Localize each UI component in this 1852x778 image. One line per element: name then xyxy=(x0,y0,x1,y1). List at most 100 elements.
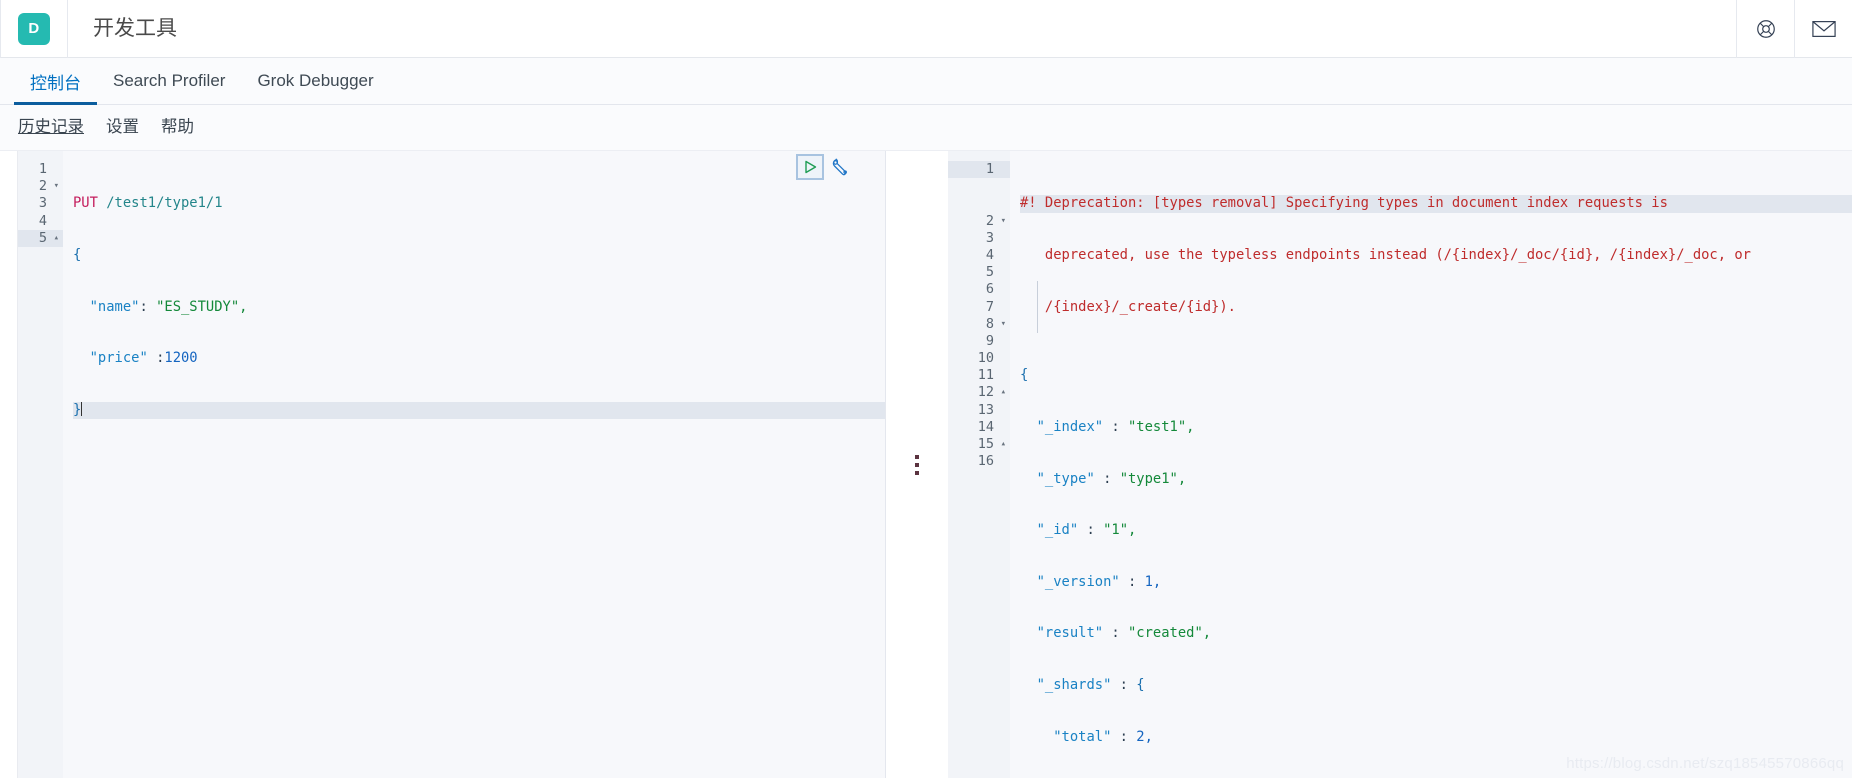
subnav-item-help[interactable]: 帮助 xyxy=(161,119,194,136)
mail-icon[interactable] xyxy=(1794,0,1852,58)
output-line: "_type" : "type1", xyxy=(1020,471,1852,488)
editor-value-name: "ES_STUDY", xyxy=(156,298,248,315)
output-line-number-text: 15 xyxy=(977,436,994,452)
output-colon: : xyxy=(1111,728,1137,745)
output-key: "_index" xyxy=(1020,418,1104,435)
output-line-number: 13 xyxy=(948,402,1010,419)
fold-caret-icon[interactable]: ▾ xyxy=(1001,213,1006,230)
send-request-button[interactable] xyxy=(796,154,824,180)
output-colon: : xyxy=(1103,625,1128,642)
response-output-pane[interactable]: 1 2 ▾ 3 4 5 6 7 8 ▾ 9 10 11 12 ▴ 13 14 1… xyxy=(948,151,1852,778)
output-key: "result" xyxy=(1020,625,1104,642)
output-line-number: 8 ▾ xyxy=(948,316,1010,333)
editor-line-number: 4 xyxy=(18,213,63,230)
output-line-number-text: 7 xyxy=(985,298,994,315)
output-line: "_shards" : { xyxy=(1020,677,1852,694)
output-line-number: 16 xyxy=(948,453,1010,470)
app-logo-wrapper[interactable]: D xyxy=(1,12,67,45)
help-lifebuoy-icon[interactable] xyxy=(1736,0,1794,58)
output-line-number: 7 xyxy=(948,299,1010,316)
editor-actions xyxy=(796,154,850,180)
output-line-number-warning: 1 xyxy=(948,161,1010,179)
editor-line-number-text: 4 xyxy=(38,212,47,229)
output-colon: : xyxy=(1103,418,1128,435)
editor-line-number: 2 ▾ xyxy=(18,178,63,195)
editor-gutter: 1 2 ▾ 3 4 5 ▴ xyxy=(18,151,63,778)
output-line-number-spacer xyxy=(948,178,1010,195)
pane-drag-handle[interactable] xyxy=(915,454,919,475)
fold-caret-icon[interactable]: ▾ xyxy=(1001,316,1006,333)
editor-line-number-text: 3 xyxy=(38,195,47,212)
output-line-number: 4 xyxy=(948,247,1010,264)
editor-line-number: 1 xyxy=(18,161,63,178)
request-editor-code[interactable]: PUT /test1/type1/1 { "name": "ES_STUDY",… xyxy=(63,151,886,778)
editor-line-number-text: 2 xyxy=(38,178,47,195)
output-line: "_version" : 1, xyxy=(1020,574,1852,591)
app-logo[interactable]: D xyxy=(18,12,50,45)
fold-caret-icon[interactable]: ▴ xyxy=(1001,436,1006,453)
output-value-version: 1, xyxy=(1144,573,1162,590)
editor-line-number-text: 1 xyxy=(38,161,47,177)
fold-caret-icon[interactable]: ▴ xyxy=(54,230,59,247)
request-path-space xyxy=(98,195,106,211)
request-path: /test1/type1/1 xyxy=(106,195,223,212)
text-caret xyxy=(81,401,83,416)
output-line-number-text: 4 xyxy=(985,246,994,263)
subnav-item-history[interactable]: 历史记录 xyxy=(18,119,84,136)
output-line-number-text: 2 xyxy=(985,212,994,229)
output-warning-text: #! Deprecation: [types removal] Specifyi… xyxy=(1020,195,1668,212)
output-warning-text xyxy=(1020,299,1045,315)
tab-search-profiler[interactable]: Search Profiler xyxy=(97,58,241,104)
output-line: "_index" : "test1", xyxy=(1020,419,1852,436)
output-key: "_type" xyxy=(1020,470,1095,487)
output-line-text: { xyxy=(1020,367,1029,384)
output-line-number-text: 12 xyxy=(977,384,994,401)
output-line: "_id" : "1", xyxy=(1020,522,1852,539)
output-value-result: "created", xyxy=(1128,625,1212,642)
tab-grok-debugger[interactable]: Grok Debugger xyxy=(241,58,389,104)
editor-line-current: } xyxy=(73,401,886,419)
output-line-number-text: 14 xyxy=(977,418,994,435)
tab-console[interactable]: 控制台 xyxy=(14,58,97,105)
pane-splitter[interactable] xyxy=(886,151,948,778)
output-line-number: 3 xyxy=(948,230,1010,247)
top-bar: D 开发工具 xyxy=(0,0,1852,58)
editor-line: PUT /test1/type1/1 xyxy=(73,195,886,212)
output-line-number-text: 6 xyxy=(985,281,994,298)
output-line-number-text: 5 xyxy=(985,264,994,281)
subnav-item-settings[interactable]: 设置 xyxy=(106,119,139,136)
editor-line: "name": "ES_STUDY", xyxy=(73,299,886,316)
output-line-number-text: 1 xyxy=(985,161,994,177)
output-key: "_version" xyxy=(1020,573,1120,590)
output-line-number: 15 ▴ xyxy=(948,436,1010,453)
page-title: 开发工具 xyxy=(93,17,177,40)
output-colon: : xyxy=(1078,522,1104,539)
request-editor-pane[interactable]: 1 2 ▾ 3 4 5 ▴ PUT /test1/type1/1 { "name… xyxy=(18,151,886,778)
top-bar-right xyxy=(1736,0,1852,58)
output-line-number: 12 ▴ xyxy=(948,384,1010,401)
output-line-number-text: 8 xyxy=(985,315,994,332)
output-line-number-spacer xyxy=(948,195,1010,212)
fold-caret-icon[interactable]: ▴ xyxy=(1001,384,1006,401)
output-key: "_id" xyxy=(1020,522,1079,539)
output-line-number-text: 10 xyxy=(977,350,994,367)
output-line-number-text: 13 xyxy=(977,401,994,418)
output-colon: : xyxy=(1111,676,1137,693)
output-line-number-text: 3 xyxy=(985,229,994,246)
editor-line-text: "name" xyxy=(73,298,140,315)
output-line: "result" : "created", xyxy=(1020,625,1852,642)
output-warning-text xyxy=(1020,247,1045,263)
editor-line: { xyxy=(73,247,886,264)
editor-value-price: 1200 xyxy=(164,350,198,367)
drag-dot xyxy=(915,462,919,467)
output-line-number: 11 xyxy=(948,367,1010,384)
output-warning-text-3: /{index}/_create/{id}). xyxy=(1044,298,1236,315)
drag-dot xyxy=(915,470,919,475)
wrench-icon[interactable] xyxy=(830,157,850,177)
fold-caret-icon[interactable]: ▾ xyxy=(54,178,59,195)
response-output-code[interactable]: #! Deprecation: [types removal] Specifyi… xyxy=(1010,151,1852,778)
console-subnav: 历史记录 设置 帮助 xyxy=(0,105,1852,151)
output-line: "total" : 2, xyxy=(1020,729,1852,746)
main-tabs: 控制台 Search Profiler Grok Debugger xyxy=(0,58,1852,105)
editor-line-number: 3 xyxy=(18,195,63,212)
